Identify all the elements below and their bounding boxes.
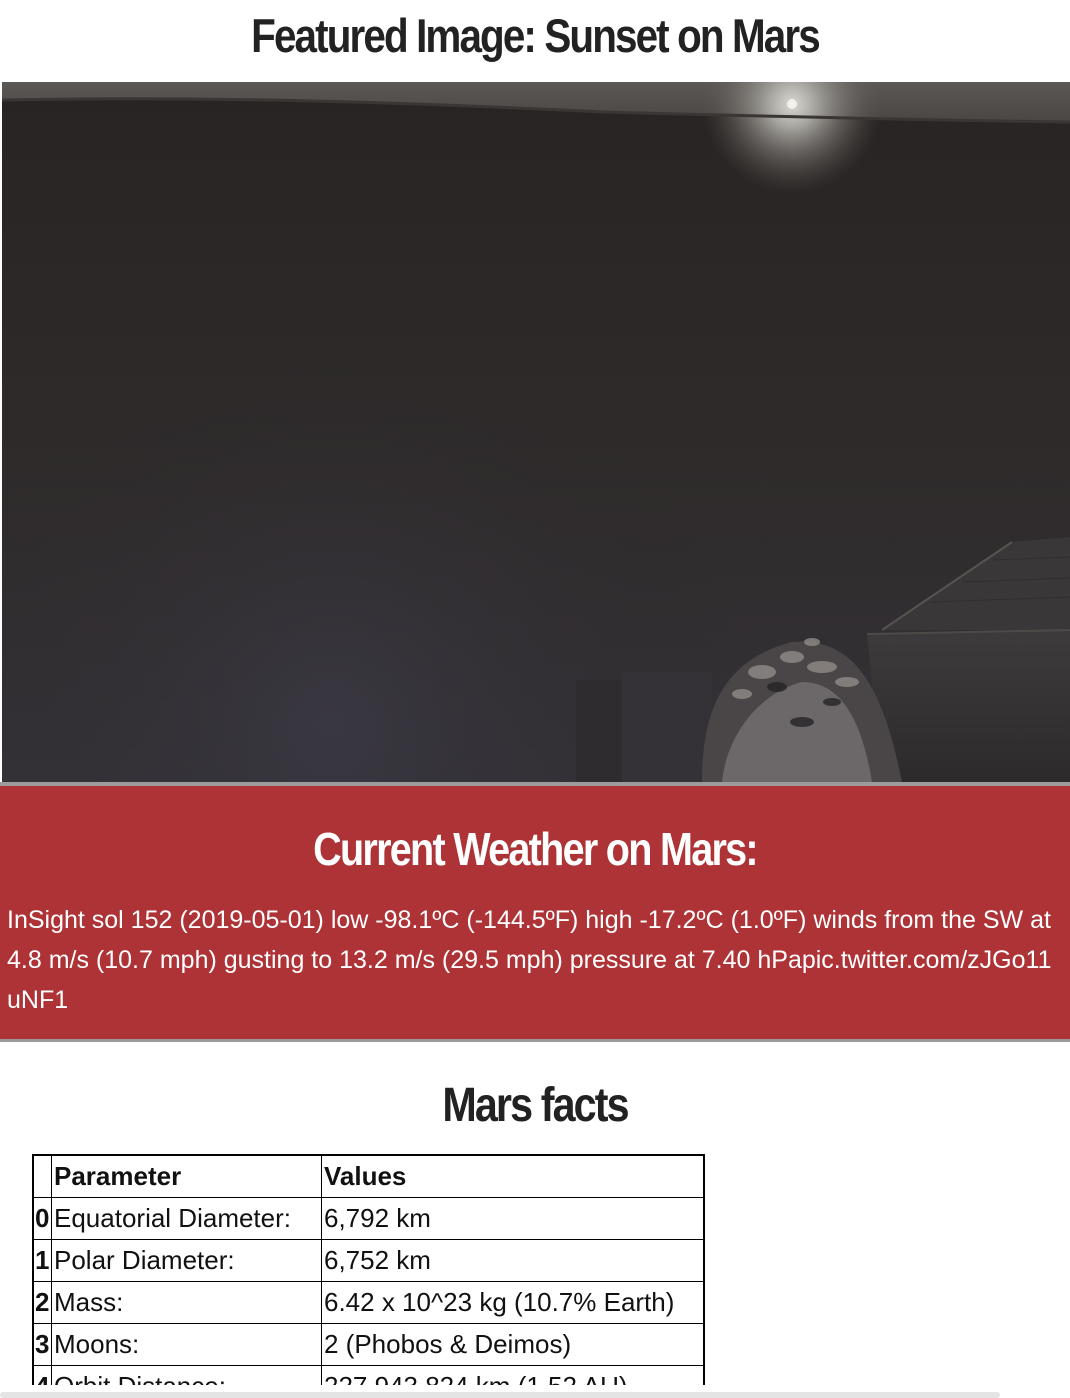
row-parameter: Polar Diameter:: [51, 1239, 322, 1282]
mars-facts-table: Parameter Values 0 Equatorial Diameter: …: [32, 1154, 705, 1398]
row-index: 2: [32, 1281, 52, 1324]
table-row: 2 Mass: 6.42 x 10^23 kg (10.7% Earth): [32, 1281, 705, 1324]
weather-report-text: InSight sol 152 (2019-05-01) low -98.1ºC…: [7, 906, 1052, 1014]
featured-image-title: Featured Image: Sunset on Mars: [251, 9, 821, 62]
table-row: 3 Moons: 2 (Phobos & Deimos): [32, 1323, 705, 1366]
row-value: 6,792 km: [321, 1197, 705, 1240]
row-parameter: Moons:: [51, 1323, 322, 1366]
values-column-header: Values: [321, 1154, 705, 1198]
parameter-column-header: Parameter: [51, 1154, 322, 1198]
row-value: 2 (Phobos & Deimos): [321, 1323, 705, 1366]
weather-panel: Current Weather on Mars: InSight sol 152…: [0, 782, 1070, 1042]
row-index: 0: [32, 1197, 52, 1240]
index-column-header: [32, 1154, 52, 1198]
table-header-row: Parameter Values: [32, 1154, 705, 1198]
row-parameter: Mass:: [51, 1281, 322, 1324]
row-value: 6.42 x 10^23 kg (10.7% Earth): [321, 1281, 705, 1324]
table-row: 0 Equatorial Diameter: 6,792 km: [32, 1197, 705, 1240]
row-index: 1: [32, 1239, 52, 1282]
row-value: 6,752 km: [321, 1239, 705, 1282]
row-parameter: Equatorial Diameter:: [51, 1197, 322, 1240]
row-index: 3: [32, 1323, 52, 1366]
table-row: 1 Polar Diameter: 6,752 km: [32, 1239, 705, 1282]
mars-sunset-image: [2, 82, 1070, 782]
featured-image: [2, 82, 1070, 782]
page: Featured Image: Sunset on Mars Current W…: [0, 0, 1070, 1398]
horizontal-scrollbar[interactable]: [0, 1392, 1000, 1398]
weather-title: Current Weather on Mars:: [313, 823, 759, 875]
mars-facts-title: Mars facts: [442, 1079, 629, 1132]
